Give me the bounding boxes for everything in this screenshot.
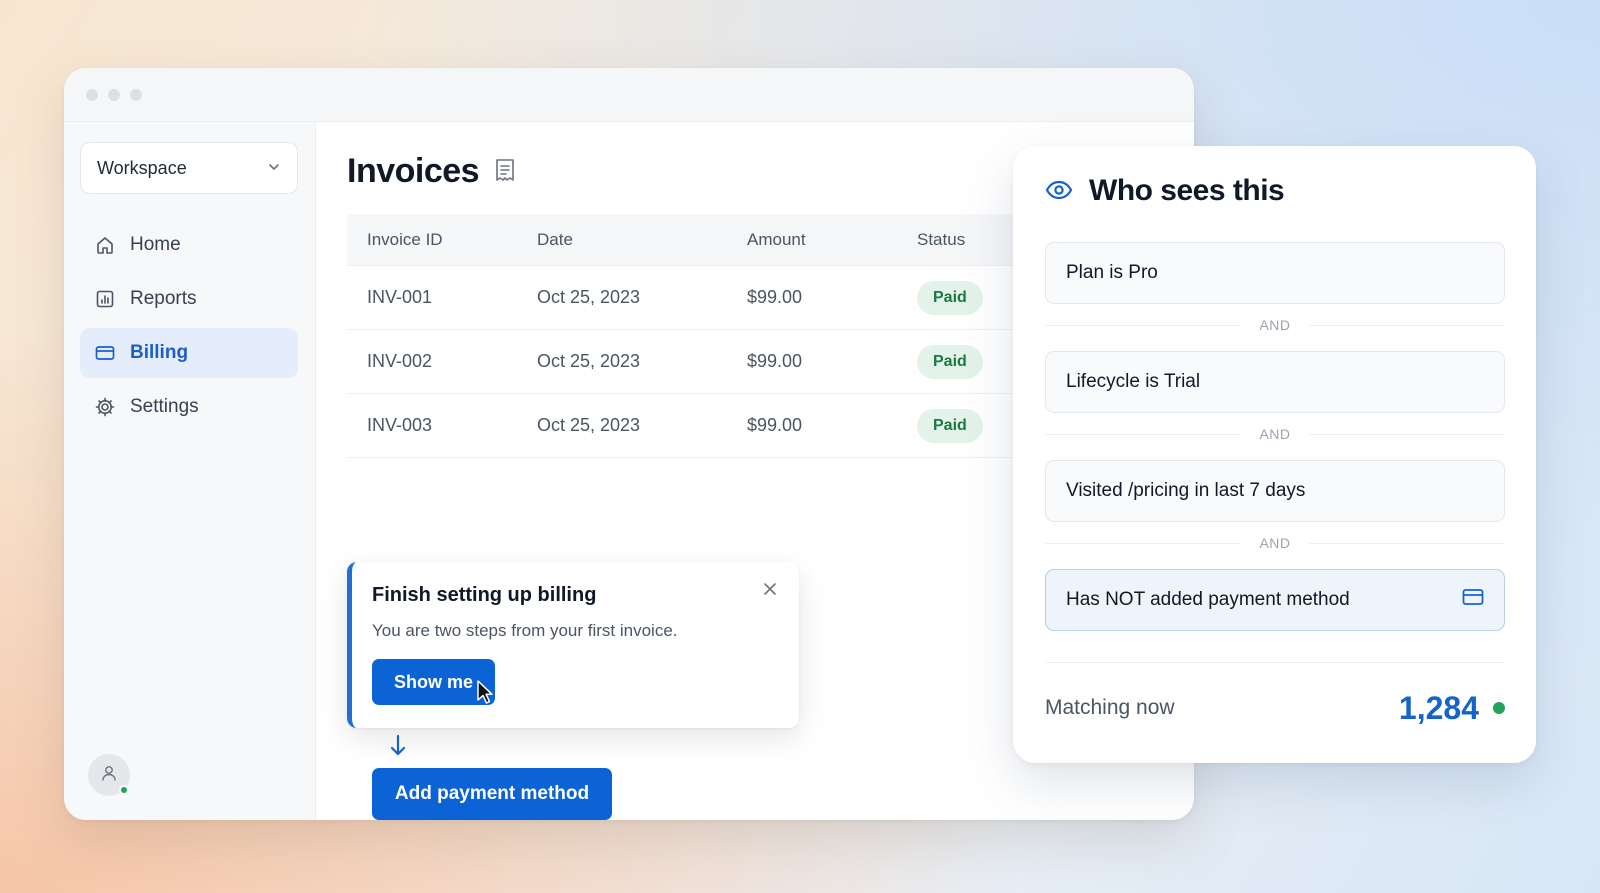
workspace-switcher[interactable]: Workspace — [80, 142, 298, 194]
page-title: Invoices — [347, 152, 515, 191]
guide-body: You are two steps from your first invoic… — [372, 621, 678, 640]
sidebar: Workspace Home Reports Billing Settings — [64, 122, 316, 820]
window-minimize-dot[interactable] — [108, 88, 120, 101]
add-payment-method-button[interactable]: Add payment method — [372, 768, 612, 820]
and-label: AND — [1259, 535, 1291, 551]
arrow-down-icon — [389, 734, 407, 763]
column-header[interactable]: Date — [537, 230, 747, 250]
condition-label: Has NOT added payment method — [1066, 589, 1350, 610]
invoices-table: Invoice ID Date Amount Status INV-001 Oc… — [347, 214, 1027, 458]
column-header[interactable]: Invoice ID — [347, 230, 537, 250]
invoice-amount: $99.00 — [747, 351, 803, 371]
condition-label: Visited /pricing in last 7 days — [1066, 480, 1306, 501]
and-separator: AND — [1045, 315, 1505, 335]
title-bar — [64, 68, 1194, 122]
sidebar-item-reports[interactable]: Reports — [80, 274, 298, 324]
sidebar-item-label: Settings — [130, 396, 199, 417]
condition-label: Lifecycle is Trial — [1066, 371, 1201, 392]
gear-icon — [94, 396, 116, 418]
matching-label: Matching now — [1045, 696, 1175, 719]
guide-title: Finish setting up billing — [372, 584, 597, 606]
panel-title: Who sees this — [1089, 174, 1285, 207]
and-separator: AND — [1045, 424, 1505, 444]
table-row[interactable]: INV-001 Oct 25, 2023 $99.00 Paid — [347, 266, 1027, 330]
sidebar-item-label: Home — [130, 234, 181, 255]
matching-summary: Matching now 1,284 — [1045, 680, 1505, 736]
condition-lifecycle[interactable]: Lifecycle is Trial — [1045, 351, 1505, 413]
table-row[interactable]: INV-003 Oct 25, 2023 $99.00 Paid — [347, 394, 1027, 458]
sidebar-item-home[interactable]: Home — [80, 220, 298, 270]
user-icon — [100, 764, 118, 787]
divider — [1045, 662, 1505, 663]
condition-label: Plan is Pro — [1066, 262, 1158, 283]
invoice-id: INV-003 — [367, 415, 433, 435]
status-badge: Paid — [917, 280, 983, 315]
invoice-id: INV-002 — [367, 351, 433, 371]
table-row[interactable]: INV-002 Oct 25, 2023 $99.00 Paid — [347, 330, 1027, 394]
condition-payment-method[interactable]: Has NOT added payment method — [1045, 569, 1505, 631]
workspace-label: Workspace — [97, 157, 187, 178]
sidebar-item-settings[interactable]: Settings — [80, 382, 298, 432]
avatar[interactable] — [88, 754, 130, 796]
invoice-date: Oct 25, 2023 — [537, 351, 641, 371]
document-icon — [495, 152, 515, 191]
credit-card-icon — [94, 342, 116, 364]
condition-visited-pricing[interactable]: Visited /pricing in last 7 days — [1045, 460, 1505, 522]
invoice-amount: $99.00 — [747, 287, 803, 307]
show-me-label: Show me — [394, 671, 474, 692]
invoice-date: Oct 25, 2023 — [537, 287, 641, 307]
matching-count: 1,284 — [1399, 690, 1505, 727]
sidebar-item-billing[interactable]: Billing — [80, 328, 298, 378]
chevron-down-icon — [267, 158, 281, 179]
live-status-dot — [1493, 702, 1505, 714]
column-header[interactable]: Status — [917, 230, 1027, 250]
table-header: Invoice ID Date Amount Status — [347, 214, 1027, 266]
close-icon[interactable] — [763, 582, 777, 601]
show-me-button[interactable]: Show me — [372, 659, 496, 705]
mouse-pointer-icon — [476, 679, 494, 710]
window-zoom-dot[interactable] — [130, 88, 142, 101]
eye-icon — [1045, 174, 1073, 208]
column-header[interactable]: Amount — [747, 230, 917, 250]
billing-setup-guide: Finish setting up billing You are two st… — [347, 562, 799, 728]
panel-header: Who sees this — [1045, 174, 1285, 208]
invoice-amount: $99.00 — [747, 415, 803, 435]
invoice-id: INV-001 — [367, 287, 433, 307]
and-label: AND — [1259, 317, 1291, 333]
matching-count-value: 1,284 — [1398, 689, 1479, 726]
and-label: AND — [1259, 426, 1291, 442]
window-close-dot[interactable] — [86, 88, 98, 101]
sidebar-item-label: Reports — [130, 288, 197, 309]
audience-panel: Who sees this Plan is Pro AND Lifecycle … — [1013, 146, 1536, 763]
bar-chart-icon — [94, 288, 116, 310]
sidebar-item-label: Billing — [130, 342, 189, 363]
online-status-dot — [119, 785, 129, 795]
and-separator: AND — [1045, 533, 1505, 553]
status-badge: Paid — [917, 408, 983, 443]
page-title-text: Invoices — [347, 152, 480, 190]
condition-plan[interactable]: Plan is Pro — [1045, 242, 1505, 304]
status-badge: Paid — [917, 344, 983, 379]
home-icon — [94, 234, 116, 256]
credit-card-icon — [1462, 588, 1484, 612]
sidebar-nav: Home Reports Billing Settings — [80, 220, 298, 436]
invoice-date: Oct 25, 2023 — [537, 415, 641, 435]
